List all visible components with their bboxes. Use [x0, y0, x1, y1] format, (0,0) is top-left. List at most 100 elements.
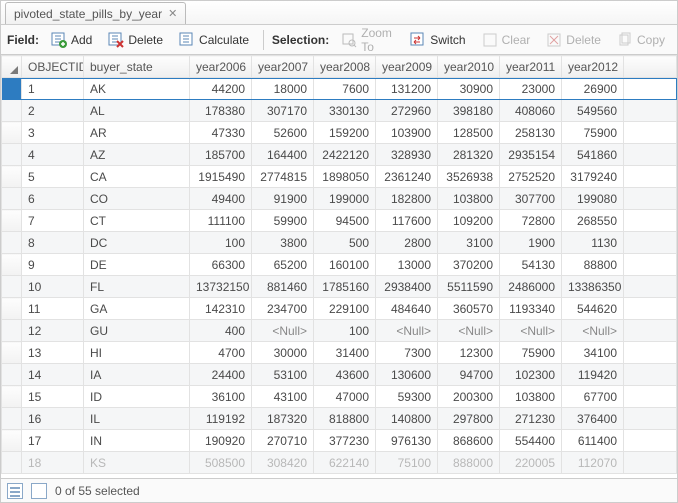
row-y08[interactable]: 622140	[314, 452, 376, 474]
row-y10[interactable]: 3526938	[438, 166, 500, 188]
col-year2010[interactable]: year2010	[438, 56, 500, 78]
row-y07[interactable]: 234700	[252, 298, 314, 320]
row-y08[interactable]: 1898050	[314, 166, 376, 188]
row-y08[interactable]: 2422120	[314, 144, 376, 166]
table-row[interactable]: 1AK44200180007600131200309002300026900	[2, 78, 677, 100]
row-y07[interactable]: <Null>	[252, 320, 314, 342]
row-y08[interactable]: 31400	[314, 342, 376, 364]
col-year2006[interactable]: year2006	[190, 56, 252, 78]
row-state[interactable]: ID	[84, 386, 190, 408]
row-y07[interactable]: 2774815	[252, 166, 314, 188]
row-header[interactable]	[2, 122, 22, 144]
row-header[interactable]	[2, 298, 22, 320]
delete-field-button[interactable]: Delete	[102, 30, 169, 50]
row-header[interactable]	[2, 320, 22, 342]
table-row[interactable]: 2AL1783803071703301302729603981804080605…	[2, 100, 677, 122]
row-y06[interactable]: 49400	[190, 188, 252, 210]
row-y10[interactable]: 12300	[438, 342, 500, 364]
row-y12[interactable]: 544620	[562, 298, 624, 320]
row-objectid[interactable]: 17	[22, 430, 84, 452]
row-y12[interactable]: 1130	[562, 232, 624, 254]
row-y07[interactable]: 164400	[252, 144, 314, 166]
row-y10[interactable]: 281320	[438, 144, 500, 166]
row-objectid[interactable]: 11	[22, 298, 84, 320]
row-y11[interactable]: 1193340	[500, 298, 562, 320]
row-y06[interactable]: 142310	[190, 298, 252, 320]
row-y10[interactable]: 94700	[438, 364, 500, 386]
row-y11[interactable]: 271230	[500, 408, 562, 430]
row-y06[interactable]: 24400	[190, 364, 252, 386]
col-buyer-state[interactable]: buyer_state	[84, 56, 190, 78]
row-y11[interactable]: 72800	[500, 210, 562, 232]
row-y06[interactable]: 178380	[190, 100, 252, 122]
row-objectid[interactable]: 12	[22, 320, 84, 342]
row-y12[interactable]: 34100	[562, 342, 624, 364]
row-y09[interactable]: 13000	[376, 254, 438, 276]
table-row[interactable]: 14IA244005310043600130600947001023001194…	[2, 364, 677, 386]
row-y06[interactable]: 100	[190, 232, 252, 254]
row-header[interactable]	[2, 78, 22, 100]
row-state[interactable]: CT	[84, 210, 190, 232]
row-objectid[interactable]: 9	[22, 254, 84, 276]
row-y10[interactable]: 128500	[438, 122, 500, 144]
row-y06[interactable]: 119192	[190, 408, 252, 430]
row-y09[interactable]: <Null>	[376, 320, 438, 342]
row-header[interactable]	[2, 452, 22, 474]
show-all-records-icon[interactable]	[7, 483, 23, 499]
table-row[interactable]: 8DC10038005002800310019001130	[2, 232, 677, 254]
row-state[interactable]: AK	[84, 78, 190, 100]
row-objectid[interactable]: 13	[22, 342, 84, 364]
row-y11[interactable]: <Null>	[500, 320, 562, 342]
row-y08[interactable]: 7600	[314, 78, 376, 100]
col-objectid[interactable]: OBJECTID	[22, 56, 84, 78]
row-y09[interactable]: 2938400	[376, 276, 438, 298]
row-y10[interactable]: 30900	[438, 78, 500, 100]
row-y10[interactable]: 5511590	[438, 276, 500, 298]
row-header[interactable]	[2, 144, 22, 166]
row-y09[interactable]: 484640	[376, 298, 438, 320]
row-y10[interactable]: 200300	[438, 386, 500, 408]
row-objectid[interactable]: 6	[22, 188, 84, 210]
row-header[interactable]	[2, 210, 22, 232]
row-y10[interactable]: 370200	[438, 254, 500, 276]
row-objectid[interactable]: 8	[22, 232, 84, 254]
row-y07[interactable]: 59900	[252, 210, 314, 232]
row-y08[interactable]: 229100	[314, 298, 376, 320]
row-y09[interactable]: 182800	[376, 188, 438, 210]
row-y07[interactable]: 52600	[252, 122, 314, 144]
row-y12[interactable]: 26900	[562, 78, 624, 100]
switch-selection-button[interactable]: Switch	[404, 30, 471, 50]
row-y11[interactable]: 307700	[500, 188, 562, 210]
row-objectid[interactable]: 16	[22, 408, 84, 430]
row-objectid[interactable]: 7	[22, 210, 84, 232]
row-y12[interactable]: 13386350	[562, 276, 624, 298]
row-state[interactable]: DC	[84, 232, 190, 254]
row-y06[interactable]: 1915490	[190, 166, 252, 188]
row-y08[interactable]: 500	[314, 232, 376, 254]
row-y11[interactable]: 75900	[500, 342, 562, 364]
col-year2011[interactable]: year2011	[500, 56, 562, 78]
row-y08[interactable]: 94500	[314, 210, 376, 232]
row-y11[interactable]: 554400	[500, 430, 562, 452]
row-state[interactable]: HI	[84, 342, 190, 364]
row-state[interactable]: AR	[84, 122, 190, 144]
row-y08[interactable]: 47000	[314, 386, 376, 408]
row-state[interactable]: CA	[84, 166, 190, 188]
row-y06[interactable]: 47330	[190, 122, 252, 144]
table-row[interactable]: 16IL119192187320818800140800297800271230…	[2, 408, 677, 430]
row-y06[interactable]: 44200	[190, 78, 252, 100]
row-y11[interactable]: 102300	[500, 364, 562, 386]
row-y11[interactable]: 23000	[500, 78, 562, 100]
row-state[interactable]: GU	[84, 320, 190, 342]
row-state[interactable]: KS	[84, 452, 190, 474]
row-y12[interactable]: 549560	[562, 100, 624, 122]
row-y09[interactable]: 103900	[376, 122, 438, 144]
row-y09[interactable]: 2800	[376, 232, 438, 254]
row-header[interactable]	[2, 408, 22, 430]
table-row[interactable]: 6CO4940091900199000182800103800307700199…	[2, 188, 677, 210]
row-y11[interactable]: 2935154	[500, 144, 562, 166]
row-y06[interactable]: 400	[190, 320, 252, 342]
row-y10[interactable]: 888000	[438, 452, 500, 474]
row-y07[interactable]: 187320	[252, 408, 314, 430]
row-header[interactable]	[2, 100, 22, 122]
